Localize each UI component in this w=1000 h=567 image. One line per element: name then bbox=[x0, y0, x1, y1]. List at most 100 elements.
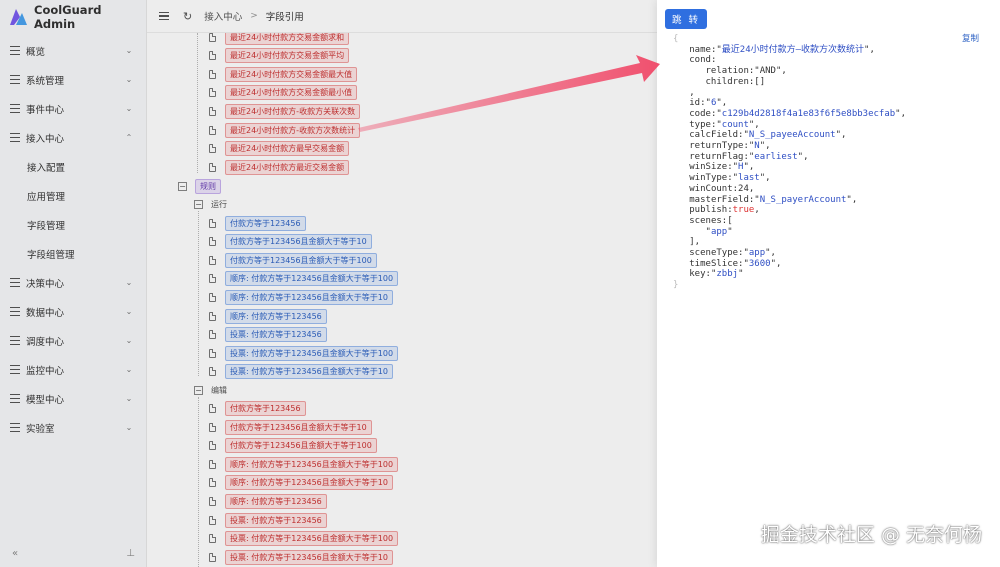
detail-drawer: 跳 转 复制 { name:"最近24小时付款方—收款方次数统计", cond:… bbox=[657, 0, 1000, 567]
collapse-toggle-icon[interactable]: − bbox=[194, 200, 203, 209]
menu-toggle-icon[interactable] bbox=[159, 11, 169, 21]
editing-rule-tag[interactable]: 投票: 付款方等于123456且金额大于等于10 bbox=[225, 549, 393, 565]
tree-node[interactable]: 投票: 付款方等于123456且金额大于等于100 bbox=[209, 531, 399, 547]
sidebar-item-label: 调度中心 bbox=[26, 336, 65, 348]
tree-node[interactable]: 付款方等于123456且金额大于等于100 bbox=[209, 438, 377, 454]
indicator-node-tag[interactable]: 最近24小时付款方-收款方次数统计 bbox=[225, 122, 361, 138]
jump-button[interactable]: 跳 转 bbox=[665, 9, 707, 29]
editing-rule-tag[interactable]: 顺序: 付款方等于123456且金额大于等于100 bbox=[225, 456, 399, 472]
tree-node[interactable]: 最近24小时付款方最早交易金额 bbox=[209, 141, 350, 157]
copy-link[interactable]: 复制 bbox=[962, 32, 979, 44]
chevron-down-icon: ⌄ bbox=[125, 365, 133, 374]
indicator-node-tag[interactable]: 最近24小时付款方交易金额求和 bbox=[225, 33, 350, 45]
json-name-value: 最近24小时付款方—收款方次数统计 bbox=[721, 44, 865, 55]
running-rule-tag[interactable]: 投票: 付款方等于123456且金额大于等于10 bbox=[225, 364, 393, 380]
chevron-down-icon: ⌄ bbox=[125, 278, 133, 287]
rule-group-node[interactable]: − 规则 bbox=[178, 178, 221, 194]
running-rule-tag[interactable]: 付款方等于123456且金额大于等于100 bbox=[225, 252, 377, 268]
tree-node[interactable]: 最近24小时付款方交易金额求和 bbox=[209, 33, 350, 45]
tree-node[interactable]: 付款方等于123456且金额大于等于10 bbox=[209, 419, 372, 435]
indicator-node-tag[interactable]: 最近24小时付款方交易金额最小值 bbox=[225, 85, 358, 101]
sidebar-item-4[interactable]: 决策中心 ⌄ bbox=[0, 268, 146, 297]
running-rule-tag[interactable]: 顺序: 付款方等于123456且金额大于等于100 bbox=[225, 271, 399, 287]
sidebar-subitem-0[interactable]: 接入配置 bbox=[0, 152, 146, 181]
tree-node[interactable]: 最近24小时付款方-收款方次数统计 bbox=[209, 122, 361, 138]
json-scenetype-value: app bbox=[748, 248, 766, 259]
sidebar-item-label: 监控中心 bbox=[26, 365, 65, 377]
tree-node[interactable]: 付款方等于123456且金额大于等于100 bbox=[209, 252, 377, 268]
tree-node[interactable]: 最近24小时付款方最近交易金额 bbox=[209, 159, 350, 175]
tree-node[interactable]: 投票: 付款方等于123456且金额大于等于10 bbox=[209, 549, 393, 565]
sidebar-subitem-2[interactable]: 字段管理 bbox=[0, 210, 146, 239]
sidebar-item-3[interactable]: 接入中心 ⌃ bbox=[0, 123, 146, 152]
file-icon bbox=[209, 367, 216, 377]
tree-guide-line bbox=[198, 397, 199, 567]
running-rule-tag[interactable]: 付款方等于123456且金额大于等于10 bbox=[225, 234, 372, 250]
tree-node[interactable]: 投票: 付款方等于123456 bbox=[209, 327, 327, 343]
editing-rule-tag[interactable]: 顺序: 付款方等于123456 bbox=[225, 494, 327, 509]
running-rule-tag[interactable]: 投票: 付款方等于123456且金额大于等于100 bbox=[225, 345, 399, 361]
collapse-toggle-icon[interactable]: − bbox=[178, 181, 187, 191]
file-icon bbox=[209, 33, 216, 42]
tree-node[interactable]: 顺序: 付款方等于123456 bbox=[209, 494, 327, 509]
editing-rule-tag[interactable]: 投票: 付款方等于123456且金额大于等于100 bbox=[225, 531, 399, 547]
chevron-down-icon: ⌄ bbox=[125, 46, 133, 55]
editing-rule-tag[interactable]: 付款方等于123456 bbox=[225, 401, 306, 416]
tree-node[interactable]: 投票: 付款方等于123456且金额大于等于100 bbox=[209, 345, 399, 361]
collapse-toggle-icon[interactable]: − bbox=[194, 385, 203, 395]
indicator-node-tag[interactable]: 最近24小时付款方最近交易金额 bbox=[225, 159, 350, 175]
file-icon bbox=[209, 330, 216, 340]
sidebar-subitem-1[interactable]: 应用管理 bbox=[0, 181, 146, 210]
file-icon bbox=[209, 162, 216, 172]
logo[interactable]: CoolGuard Admin bbox=[0, 0, 146, 34]
tree-node[interactable]: 最近24小时付款方-收款方关联次数 bbox=[209, 103, 361, 119]
sidebar: CoolGuard Admin 概览 ⌄ 系统管理 ⌄ 事件中心 ⌄ 接入中心 ⌃ 接入配置 应用… bbox=[0, 0, 147, 567]
editing-rule-tag[interactable]: 投票: 付款方等于123456 bbox=[225, 512, 327, 528]
sidebar-item-5[interactable]: 数据中心 ⌄ bbox=[0, 297, 146, 326]
sidebar-item-9[interactable]: 实验室 ⌄ bbox=[0, 413, 146, 442]
tree-node[interactable]: 投票: 付款方等于123456 bbox=[209, 512, 327, 528]
running-group-node[interactable]: − 运行 bbox=[194, 198, 227, 212]
indicator-node-tag[interactable]: 最近24小时付款方-收款方关联次数 bbox=[225, 103, 361, 119]
editing-group-node[interactable]: − 编辑 bbox=[194, 383, 227, 397]
tree-node[interactable]: 顺序: 付款方等于123456且金额大于等于100 bbox=[209, 456, 399, 472]
tree-node[interactable]: 付款方等于123456且金额大于等于10 bbox=[209, 234, 372, 250]
sidebar-item-8[interactable]: 模型中心 ⌄ bbox=[0, 384, 146, 413]
pin-icon[interactable]: ⊥ bbox=[126, 548, 135, 559]
tree-node[interactable]: 顺序: 付款方等于123456且金额大于等于10 bbox=[209, 289, 393, 305]
chevron-down-icon: ⌄ bbox=[125, 394, 133, 403]
editing-rule-tag[interactable]: 顺序: 付款方等于123456且金额大于等于10 bbox=[225, 475, 393, 491]
collapse-sidebar-icon[interactable]: « bbox=[12, 548, 18, 559]
running-rule-tag[interactable]: 顺序: 付款方等于123456 bbox=[225, 308, 327, 324]
tree-node[interactable]: 付款方等于123456 bbox=[209, 401, 306, 416]
app-title: CoolGuard Admin bbox=[34, 3, 102, 31]
refresh-icon[interactable]: ↻ bbox=[183, 10, 192, 23]
sidebar-item-1[interactable]: 系统管理 ⌄ bbox=[0, 65, 146, 94]
sidebar-item-2[interactable]: 事件中心 ⌄ bbox=[0, 94, 146, 123]
tree-node[interactable]: 顺序: 付款方等于123456且金额大于等于10 bbox=[209, 475, 393, 491]
indicator-node-tag[interactable]: 最近24小时付款方最早交易金额 bbox=[225, 141, 350, 157]
breadcrumb-item-current: 字段引用 bbox=[265, 12, 304, 23]
editing-rule-tag[interactable]: 付款方等于123456且金额大于等于100 bbox=[225, 438, 377, 454]
sidebar-item-0[interactable]: 概览 ⌄ bbox=[0, 36, 146, 65]
running-rule-tag[interactable]: 付款方等于123456 bbox=[225, 215, 306, 231]
chevron-down-icon: ⌄ bbox=[125, 307, 133, 316]
tree-node[interactable]: 投票: 付款方等于123456且金额大于等于10 bbox=[209, 364, 393, 380]
menu-list-icon bbox=[10, 423, 20, 432]
tree-node[interactable]: 最近24小时付款方交易金额最大值 bbox=[209, 66, 358, 82]
tree-node[interactable]: 最近24小时付款方交易金额最小值 bbox=[209, 85, 358, 101]
running-rule-tag[interactable]: 顺序: 付款方等于123456且金额大于等于10 bbox=[225, 289, 393, 305]
tree-node[interactable]: 最近24小时付款方交易金额平均 bbox=[209, 48, 350, 64]
sidebar-item-7[interactable]: 监控中心 ⌄ bbox=[0, 355, 146, 384]
sidebar-item-6[interactable]: 调度中心 ⌄ bbox=[0, 326, 146, 355]
indicator-node-tag[interactable]: 最近24小时付款方交易金额平均 bbox=[225, 48, 350, 64]
tree-node[interactable]: 付款方等于123456 bbox=[209, 215, 306, 231]
running-rule-tag[interactable]: 投票: 付款方等于123456 bbox=[225, 327, 327, 343]
editing-rule-tag[interactable]: 付款方等于123456且金额大于等于10 bbox=[225, 419, 372, 435]
tree-node[interactable]: 顺序: 付款方等于123456 bbox=[209, 308, 327, 324]
tree-node[interactable]: 顺序: 付款方等于123456且金额大于等于100 bbox=[209, 271, 399, 287]
menu-list-icon bbox=[10, 104, 20, 113]
breadcrumb-item-access-center[interactable]: 接入中心 bbox=[204, 9, 242, 23]
sidebar-subitem-3[interactable]: 字段组管理 bbox=[0, 239, 146, 268]
indicator-node-tag[interactable]: 最近24小时付款方交易金额最大值 bbox=[225, 66, 358, 82]
